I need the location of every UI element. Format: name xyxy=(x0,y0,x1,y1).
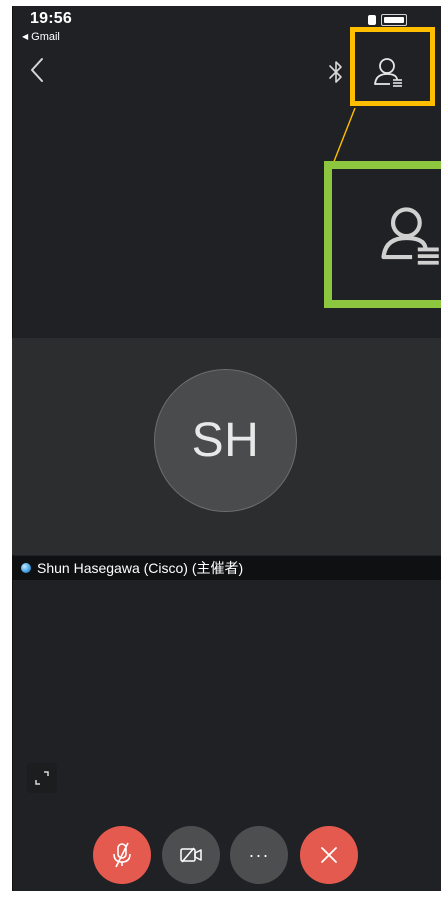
video-off-icon xyxy=(180,847,202,863)
participant-name-strip: Shun Hasegawa (Cisco) (主催者) xyxy=(12,556,441,580)
presence-dot-icon xyxy=(21,563,31,573)
zoom-callout xyxy=(324,161,441,308)
more-options-button[interactable]: ··· xyxy=(230,826,288,884)
highlight-box xyxy=(350,27,435,106)
back-to-app-link[interactable]: ◀ Gmail xyxy=(22,31,60,43)
expand-icon[interactable] xyxy=(27,763,57,793)
participant-name: Shun Hasegawa (Cisco) (主催者) xyxy=(37,560,244,576)
back-triangle-icon: ◀ xyxy=(22,32,29,41)
mic-off-icon xyxy=(113,842,131,868)
end-call-button[interactable] xyxy=(300,826,358,884)
callout-connector xyxy=(332,108,356,164)
chevron-left-icon[interactable] xyxy=(28,56,48,84)
page-margin xyxy=(0,891,441,901)
more-label: ··· xyxy=(248,844,270,865)
status-time: 19:56 xyxy=(30,10,72,27)
participants-icon-zoomed xyxy=(381,207,439,265)
orientation-lock-icon xyxy=(368,15,376,25)
status-indicators xyxy=(365,13,425,27)
video-toggle-button[interactable] xyxy=(162,826,220,884)
avatar: SH xyxy=(154,369,297,512)
battery-icon xyxy=(381,14,407,26)
bluetooth-icon[interactable] xyxy=(326,57,346,87)
close-icon xyxy=(321,847,337,863)
back-app-label: Gmail xyxy=(31,31,60,43)
mute-button[interactable] xyxy=(93,826,151,884)
